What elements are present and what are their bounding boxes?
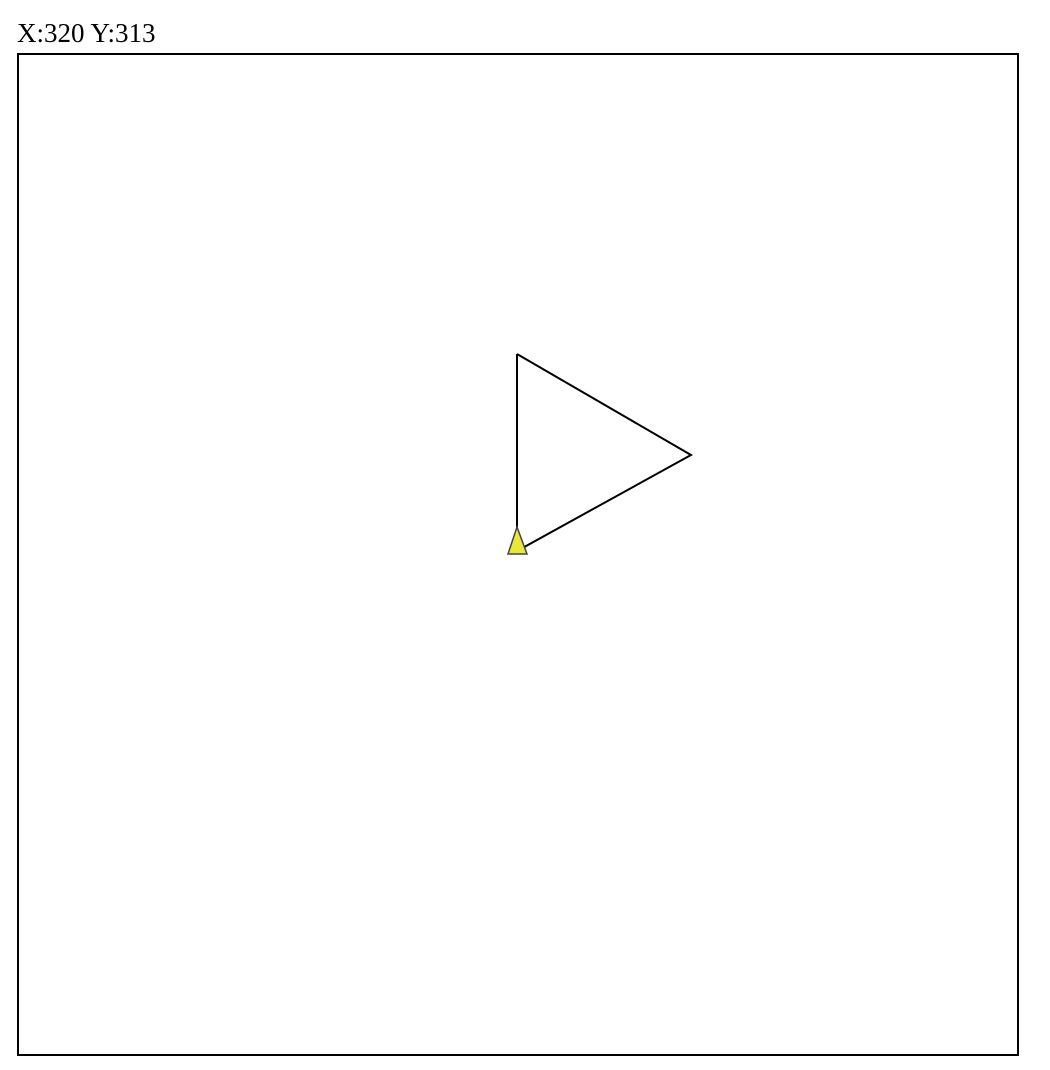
- y-coordinate: Y:313: [90, 18, 156, 48]
- coordinate-readout: X:320 Y:313: [17, 16, 156, 50]
- drawing-canvas[interactable]: [17, 53, 1019, 1056]
- x-coordinate: X:320: [17, 18, 85, 48]
